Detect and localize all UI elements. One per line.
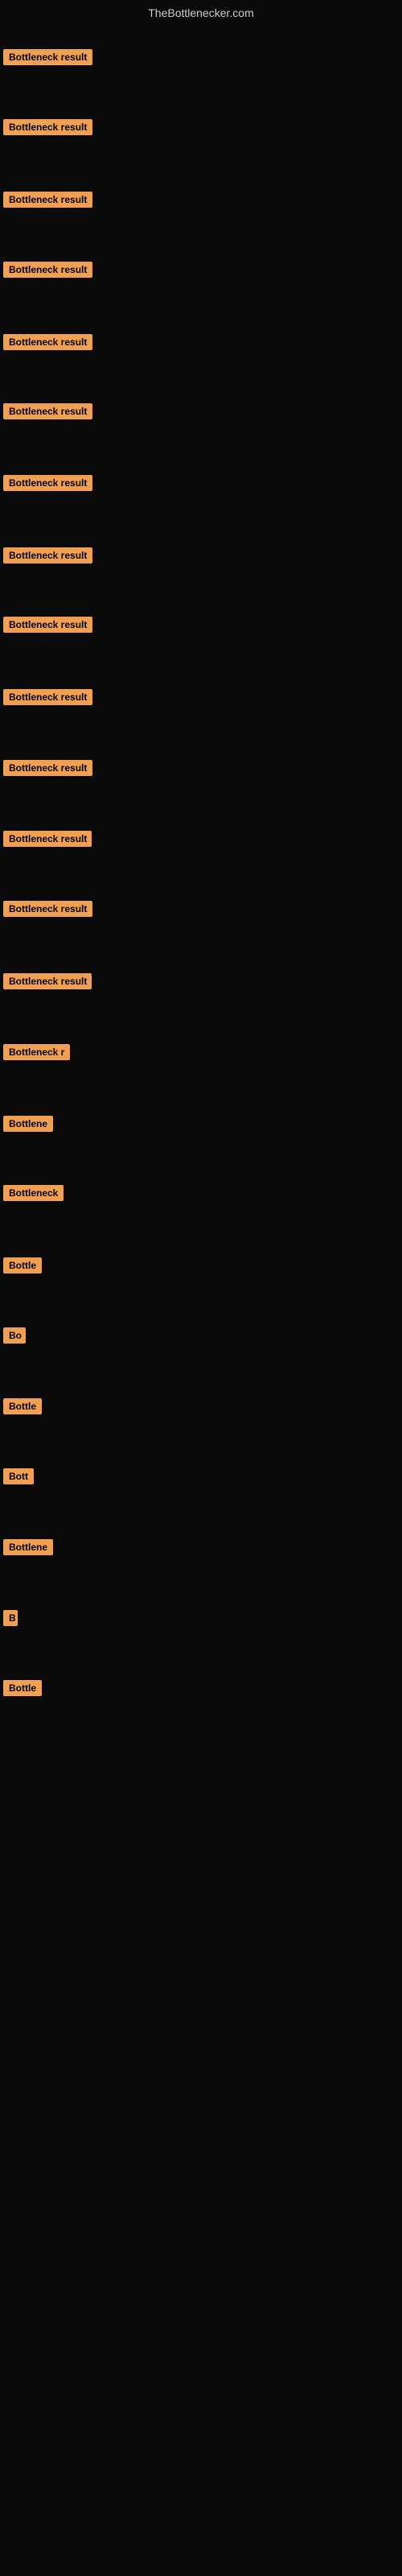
bottleneck-badge: Bottleneck result [3,973,92,989]
result-row: Bottleneck result [0,258,96,285]
bottleneck-badge: Bottle [3,1257,42,1274]
bottleneck-badge: Bottleneck result [3,119,92,135]
site-title: TheBottlenecker.com [0,0,402,29]
bottleneck-badge: Bottleneck result [3,831,92,847]
result-row: Bottleneck result [0,757,96,783]
bottleneck-badge: Bottleneck result [3,262,92,278]
result-row: Bottleneck [0,1182,67,1208]
bottleneck-badge: Bottleneck result [3,547,92,564]
bottleneck-badge: Bott [3,1468,34,1484]
result-row: Bottleneck result [0,544,96,571]
bottleneck-badge: Bottlene [3,1116,53,1132]
result-row: Bottlene [0,1113,56,1139]
bottleneck-badge: Bottleneck result [3,49,92,65]
result-row: Bottle [0,1677,45,1703]
result-row: Bott [0,1465,37,1492]
result-row: Bottlene [0,1536,56,1563]
result-row: Bottle [0,1395,45,1422]
bottleneck-badge: B [3,1610,18,1626]
bottleneck-badge: Bottlene [3,1539,53,1555]
bottleneck-badge: Bottle [3,1680,42,1696]
bottleneck-badge: Bottleneck result [3,334,92,350]
bottleneck-badge: Bo [3,1327,26,1344]
result-row: Bottleneck result [0,116,96,142]
bottleneck-badge: Bottleneck result [3,617,92,633]
result-row: Bo [0,1324,29,1351]
result-row: Bottleneck result [0,46,96,72]
result-row: Bottleneck result [0,686,96,712]
bottleneck-badge: Bottleneck result [3,689,92,705]
result-row: Bottleneck r [0,1041,73,1067]
result-row: Bottleneck result [0,613,96,640]
bottleneck-badge: Bottleneck result [3,192,92,208]
result-row: Bottleneck result [0,898,96,924]
bottleneck-badge: Bottleneck result [3,475,92,491]
result-row: Bottleneck result [0,472,96,498]
result-row: B [0,1607,21,1633]
result-row: Bottleneck result [0,400,96,427]
bottleneck-badge: Bottleneck r [3,1044,70,1060]
result-row: Bottleneck result [0,331,96,357]
bottleneck-badge: Bottleneck [3,1185,64,1201]
result-row: Bottleneck result [0,188,96,215]
result-row: Bottleneck result [0,828,95,854]
bottleneck-badge: Bottle [3,1398,42,1414]
result-row: Bottleneck result [0,970,95,997]
result-row: Bottle [0,1254,45,1281]
bottleneck-badge: Bottleneck result [3,760,92,776]
bottleneck-badge: Bottleneck result [3,403,92,419]
bottleneck-badge: Bottleneck result [3,901,92,917]
